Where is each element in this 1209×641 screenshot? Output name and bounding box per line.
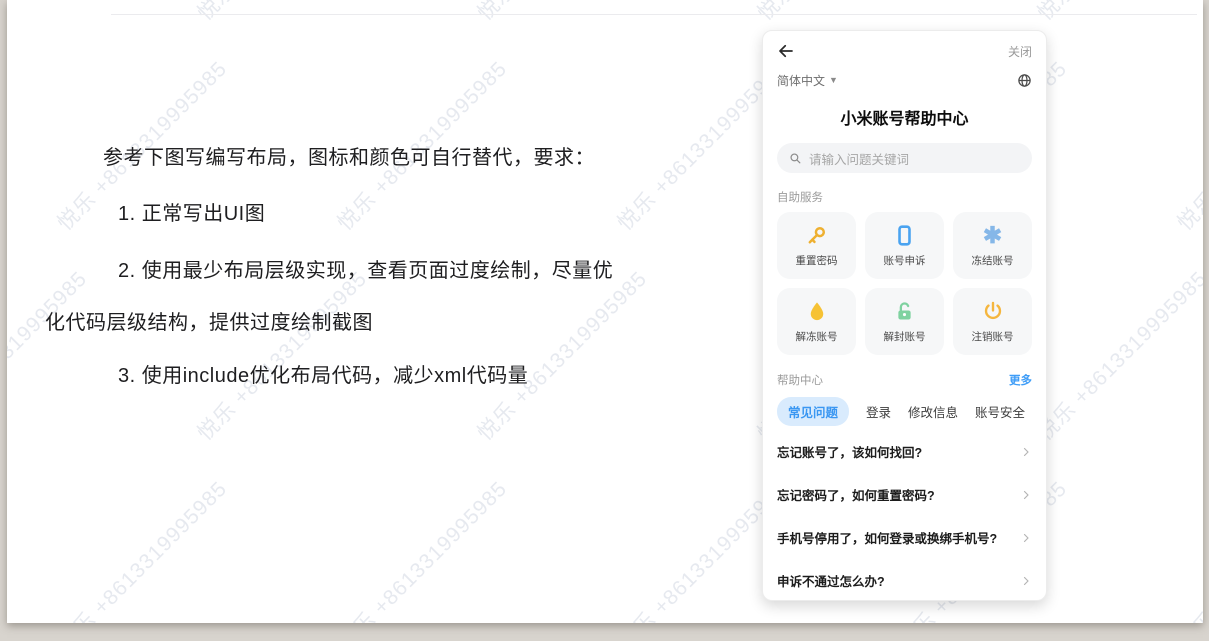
document-page: 悦乐 +8613319995985 悦乐 +8613319995985 悦乐 +86…	[7, 0, 1203, 623]
requirement-intro-text: 参考下图写编写布局，图标和颜色可自行替代，要求：	[103, 147, 595, 169]
tab-faq[interactable]: 常见问题	[777, 397, 850, 426]
power-icon	[982, 299, 1004, 323]
faq-item[interactable]: 申诉不通过怎么办?	[777, 559, 1032, 602]
watermark-text: 悦乐 +8613319995985	[333, 476, 512, 623]
requirement-item-2-wrap: 化代码层级结构，提供过度绘制截图	[45, 312, 373, 334]
service-label: 解封账号	[883, 331, 926, 343]
search-icon	[789, 152, 802, 165]
language-selector[interactable]: 简体中文 ▼	[777, 72, 838, 89]
chevron-right-icon	[1020, 489, 1032, 501]
service-label: 重置密码	[795, 255, 838, 267]
chevron-right-icon	[1020, 575, 1032, 587]
chevron-right-icon	[1020, 446, 1032, 458]
asterisk-icon: ✱	[982, 221, 1003, 248]
watermark-text: 悦乐 +8613319995985	[473, 266, 652, 446]
back-arrow-icon[interactable]	[777, 42, 795, 60]
help-center-section-label: 帮助中心	[777, 375, 823, 387]
tab-account-security[interactable]: 账号安全	[975, 402, 1025, 421]
help-tabs: 常见问题 登录 修改信息 账号安全	[777, 397, 1032, 426]
faq-item[interactable]: 手机号停用了，如何登录或换绑手机号?	[777, 516, 1032, 559]
faq-item[interactable]: 忘记账号了，该如何找回?	[777, 430, 1032, 473]
service-unfreeze-account[interactable]: 解冻账号	[777, 288, 856, 355]
watermark-text: 悦乐 +8613319995985	[193, 266, 372, 446]
service-label: 账号申诉	[883, 255, 926, 267]
service-unban-account[interactable]: 解封账号	[865, 288, 944, 355]
faq-question: 申诉不通过怎么办?	[777, 575, 885, 589]
watermark-text: 悦乐 +8613319995985	[1033, 266, 1203, 446]
drop-icon	[806, 299, 828, 323]
unlock-icon	[893, 299, 916, 323]
faq-question: 手机号停用了，如何登录或换绑手机号?	[777, 532, 998, 546]
service-account-appeal[interactable]: 账号申诉	[865, 212, 944, 279]
requirement-item-2: 2. 使用最少布局层级实现，查看页面过度绘制，尽量优	[118, 260, 614, 282]
phone-icon	[893, 223, 916, 247]
watermark-text: 悦乐 +8613319995985	[7, 266, 92, 445]
service-reset-password[interactable]: 重置密码	[777, 212, 856, 279]
watermark-text: 悦乐 +8613319995985	[1170, 473, 1203, 623]
watermark-text: 悦乐 +8613319995985	[53, 476, 232, 623]
requirement-item-3: 3. 使用include优化布局代码，减少xml代码量	[118, 365, 529, 387]
faq-list: 忘记账号了，该如何找回? 忘记密码了，如何重置密码? 手机号停用了，如何登录或换…	[777, 430, 1032, 602]
service-delete-account[interactable]: 注销账号	[953, 288, 1032, 355]
tab-modify-info[interactable]: 修改信息	[908, 402, 958, 421]
more-link[interactable]: 更多	[1009, 372, 1032, 388]
service-label: 注销账号	[971, 331, 1014, 343]
faq-question: 忘记密码了，如何重置密码?	[777, 489, 935, 503]
tab-login[interactable]: 登录	[866, 402, 891, 421]
language-label: 简体中文	[777, 73, 826, 88]
globe-icon[interactable]	[1017, 73, 1032, 88]
faq-question: 忘记账号了，该如何找回?	[777, 446, 923, 460]
faq-item[interactable]: 忘记密码了，如何重置密码?	[777, 473, 1032, 516]
help-center-header: 帮助中心 更多	[777, 372, 1032, 388]
requirement-item-1: 1. 正常写出UI图	[118, 203, 266, 225]
service-freeze-account[interactable]: ✱ 冻结账号	[953, 212, 1032, 279]
page-title: 小米账号帮助中心	[840, 111, 969, 128]
service-label: 解冻账号	[795, 331, 838, 343]
watermark-text: 悦乐 +8613319995985	[1173, 57, 1203, 236]
service-label: 冻结账号	[971, 255, 1014, 267]
watermark-text: 悦乐 +8613319995985	[7, 0, 93, 27]
self-service-grid: 重置密码 账号申诉 ✱ 冻结账号 解冻账号 解封账号 注销账号	[777, 212, 1032, 355]
language-row: 简体中文 ▼	[777, 71, 1032, 89]
search-input[interactable]: 请输入问题关键词	[777, 143, 1032, 173]
search-placeholder: 请输入问题关键词	[809, 152, 910, 167]
nav-bar: 关闭	[777, 41, 1032, 61]
chevron-right-icon	[1020, 532, 1032, 544]
phone-mockup: 关闭 简体中文 ▼ 小米账号帮助中心 请输入问题关键词 自助服务 重置密码 账号…	[762, 30, 1047, 601]
chevron-down-icon: ▼	[829, 75, 838, 85]
close-button[interactable]: 关闭	[1008, 43, 1032, 60]
key-icon	[805, 223, 828, 247]
self-service-section-label: 自助服务	[777, 192, 823, 204]
page-top-divider	[111, 14, 1197, 15]
